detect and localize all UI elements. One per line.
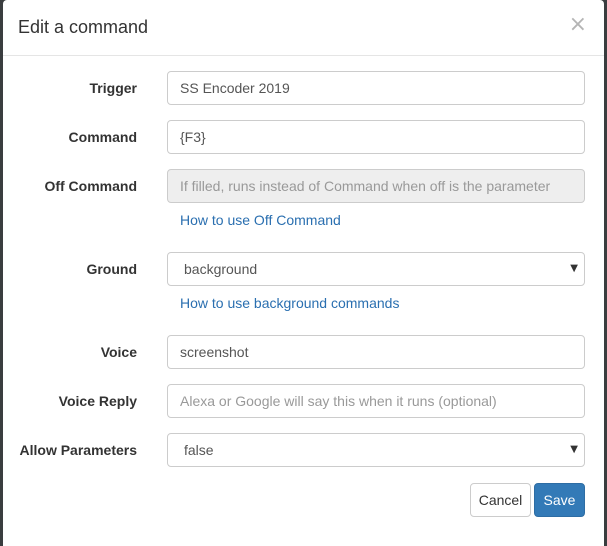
voice-label: Voice: [100, 344, 137, 360]
voice-reply-input[interactable]: Alexa or Google will say this when it ru…: [167, 384, 585, 418]
trigger-label: Trigger: [89, 80, 137, 96]
voice-reply-label: Voice Reply: [58, 393, 137, 409]
command-input[interactable]: {F3}: [167, 120, 585, 154]
ground-select[interactable]: background ▼: [167, 252, 585, 286]
allow-parameters-selected-value: false: [184, 442, 214, 458]
cancel-button[interactable]: Cancel: [470, 483, 531, 517]
allow-parameters-label: Allow Parameters: [19, 442, 138, 458]
off-command-input[interactable]: If filled, runs instead of Command when …: [167, 169, 585, 203]
off-command-label: Off Command: [44, 178, 137, 194]
trigger-input[interactable]: SS Encoder 2019: [167, 71, 585, 105]
allow-parameters-select[interactable]: false ▼: [167, 433, 585, 467]
caret-down-icon: ▼: [570, 263, 578, 274]
background-commands-help-link[interactable]: How to use background commands: [180, 295, 399, 311]
modal-header: Edit a command ×: [3, 0, 604, 56]
ground-label: Ground: [86, 261, 137, 277]
off-command-help-link[interactable]: How to use Off Command: [180, 212, 341, 228]
edit-command-modal: Edit a command × Trigger SS Encoder 2019…: [3, 0, 604, 546]
save-button[interactable]: Save: [534, 483, 585, 517]
voice-input[interactable]: screenshot: [167, 335, 585, 369]
close-icon[interactable]: ×: [569, 14, 587, 36]
modal-title: Edit a command: [18, 17, 149, 37]
ground-selected-value: background: [184, 261, 258, 277]
caret-down-icon: ▼: [570, 444, 578, 455]
command-label: Command: [68, 129, 137, 145]
